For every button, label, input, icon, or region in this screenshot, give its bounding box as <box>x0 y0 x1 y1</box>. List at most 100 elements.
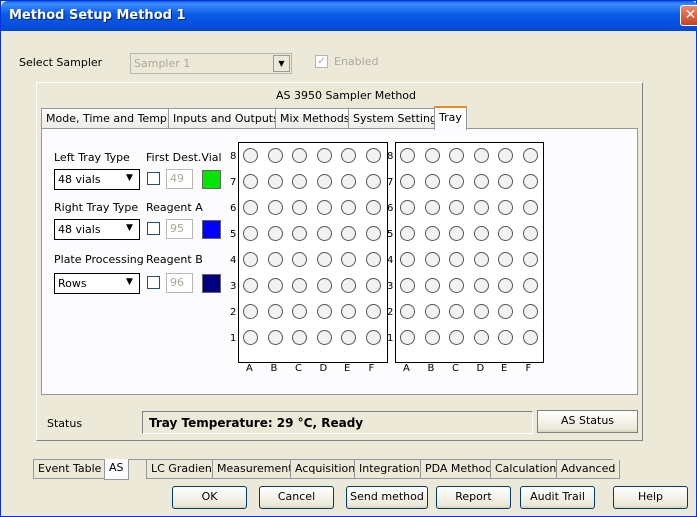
vial-left-c1[interactable] <box>292 330 307 345</box>
vial-left-f8[interactable] <box>365 148 381 163</box>
vial-left-e1[interactable] <box>341 330 356 345</box>
vial-left-a6[interactable] <box>243 200 258 215</box>
vial-left-d5[interactable] <box>316 226 332 241</box>
vial-right-c1[interactable] <box>449 330 464 345</box>
tab-integration[interactable]: Integration <box>354 460 425 479</box>
vial-left-d6[interactable] <box>316 200 332 215</box>
vial-right-e7[interactable] <box>498 174 513 189</box>
vial-left-b7[interactable] <box>267 174 283 189</box>
vial-left-b3[interactable] <box>267 278 283 293</box>
vial-right-f3[interactable] <box>522 278 538 293</box>
vial-right-c7[interactable] <box>449 174 464 189</box>
vial-right-b7[interactable] <box>424 174 440 189</box>
vial-left-b2[interactable] <box>267 304 283 319</box>
vial-right-b8[interactable] <box>424 148 440 163</box>
first-dest-vial-color[interactable] <box>202 170 221 189</box>
vial-left-e7[interactable] <box>341 174 356 189</box>
reagent-b-checkbox[interactable] <box>147 276 160 289</box>
sampler-select[interactable]: Sampler 1 ▼ <box>130 53 292 74</box>
vial-left-a2[interactable] <box>243 304 258 319</box>
tab-as[interactable]: AS <box>104 459 129 480</box>
vial-left-b6[interactable] <box>267 200 283 215</box>
vial-left-c8[interactable] <box>292 148 307 163</box>
vial-left-c6[interactable] <box>292 200 307 215</box>
vial-right-d4[interactable] <box>473 252 489 267</box>
enabled-checkbox[interactable]: ✓ <box>315 55 328 68</box>
vial-right-a1[interactable] <box>400 330 415 345</box>
vial-left-d7[interactable] <box>316 174 332 189</box>
report-button[interactable]: Report <box>436 486 511 509</box>
vial-right-d2[interactable] <box>473 304 489 319</box>
vial-right-b1[interactable] <box>424 330 440 345</box>
cancel-button[interactable]: Cancel <box>259 486 334 509</box>
vial-right-e1[interactable] <box>498 330 513 345</box>
vial-left-e2[interactable] <box>341 304 356 319</box>
vial-right-a2[interactable] <box>400 304 415 319</box>
vial-right-f8[interactable] <box>522 148 538 163</box>
vial-right-c2[interactable] <box>449 304 464 319</box>
vial-left-a8[interactable] <box>243 148 258 163</box>
vial-left-b4[interactable] <box>267 252 283 267</box>
vial-left-f5[interactable] <box>365 226 381 241</box>
tab-acquisition[interactable]: Acquisition <box>290 460 361 479</box>
reagent-a-field[interactable]: 95 <box>166 219 193 239</box>
vial-left-a7[interactable] <box>243 174 258 189</box>
vial-right-c8[interactable] <box>449 148 464 163</box>
vial-right-a6[interactable] <box>400 200 415 215</box>
vial-left-d3[interactable] <box>316 278 332 293</box>
left-tray-type-select[interactable]: 48 vials ▼ <box>54 169 140 190</box>
close-icon[interactable]: ✕ <box>680 5 697 26</box>
as-status-button[interactable]: AS Status <box>537 410 638 433</box>
vial-left-c4[interactable] <box>292 252 307 267</box>
vial-left-f1[interactable] <box>365 330 381 345</box>
tab-event-table[interactable]: Event Table <box>33 460 107 479</box>
right-tray-type-select[interactable]: 48 vials ▼ <box>54 219 140 240</box>
vial-right-e2[interactable] <box>498 304 513 319</box>
ok-button[interactable]: OK <box>172 486 247 509</box>
vial-right-c3[interactable] <box>449 278 464 293</box>
vial-left-d4[interactable] <box>316 252 332 267</box>
vial-left-c3[interactable] <box>292 278 307 293</box>
tab-mode-time-temp[interactable]: Mode, Time and Temp. <box>41 108 176 129</box>
tab-measurement[interactable]: Measurement <box>212 460 298 479</box>
vial-right-c5[interactable] <box>449 226 464 241</box>
vial-left-c5[interactable] <box>292 226 307 241</box>
vial-left-f3[interactable] <box>365 278 381 293</box>
vial-right-b2[interactable] <box>424 304 440 319</box>
vial-left-b1[interactable] <box>267 330 283 345</box>
vial-left-d8[interactable] <box>316 148 332 163</box>
vial-right-d3[interactable] <box>473 278 489 293</box>
vial-right-a4[interactable] <box>400 252 415 267</box>
vial-left-e4[interactable] <box>341 252 356 267</box>
reagent-a-color[interactable] <box>202 220 221 239</box>
tab-inputs-outputs[interactable]: Inputs and Outputs <box>168 108 284 129</box>
vial-left-a1[interactable] <box>243 330 258 345</box>
vial-right-c4[interactable] <box>449 252 464 267</box>
vial-right-d8[interactable] <box>473 148 489 163</box>
vial-right-b6[interactable] <box>424 200 440 215</box>
audit-trail-button[interactable]: Audit Trail <box>520 486 595 509</box>
tab-tray[interactable]: Tray <box>434 106 467 130</box>
send-method-button[interactable]: Send method <box>346 486 428 509</box>
vial-left-f4[interactable] <box>365 252 381 267</box>
vial-left-b8[interactable] <box>267 148 283 163</box>
vial-right-e8[interactable] <box>498 148 513 163</box>
vial-right-a5[interactable] <box>400 226 415 241</box>
reagent-b-field[interactable]: 96 <box>166 273 193 293</box>
tab-mix-methods[interactable]: Mix Methods <box>275 108 355 129</box>
vial-right-e3[interactable] <box>498 278 513 293</box>
vial-right-f2[interactable] <box>522 304 538 319</box>
vial-right-a7[interactable] <box>400 174 415 189</box>
vial-left-e5[interactable] <box>341 226 356 241</box>
tab-advanced[interactable]: Advanced <box>556 460 621 479</box>
vial-left-e8[interactable] <box>341 148 356 163</box>
vial-left-d2[interactable] <box>316 304 332 319</box>
vial-right-e5[interactable] <box>498 226 513 241</box>
vial-right-f1[interactable] <box>522 330 538 345</box>
tab-pda-method[interactable]: PDA Method <box>420 460 498 479</box>
plate-processing-select[interactable]: Rows ▼ <box>54 273 140 294</box>
vial-left-f7[interactable] <box>365 174 381 189</box>
help-button[interactable]: Help <box>613 486 688 509</box>
vial-right-b4[interactable] <box>424 252 440 267</box>
vial-right-e4[interactable] <box>498 252 513 267</box>
